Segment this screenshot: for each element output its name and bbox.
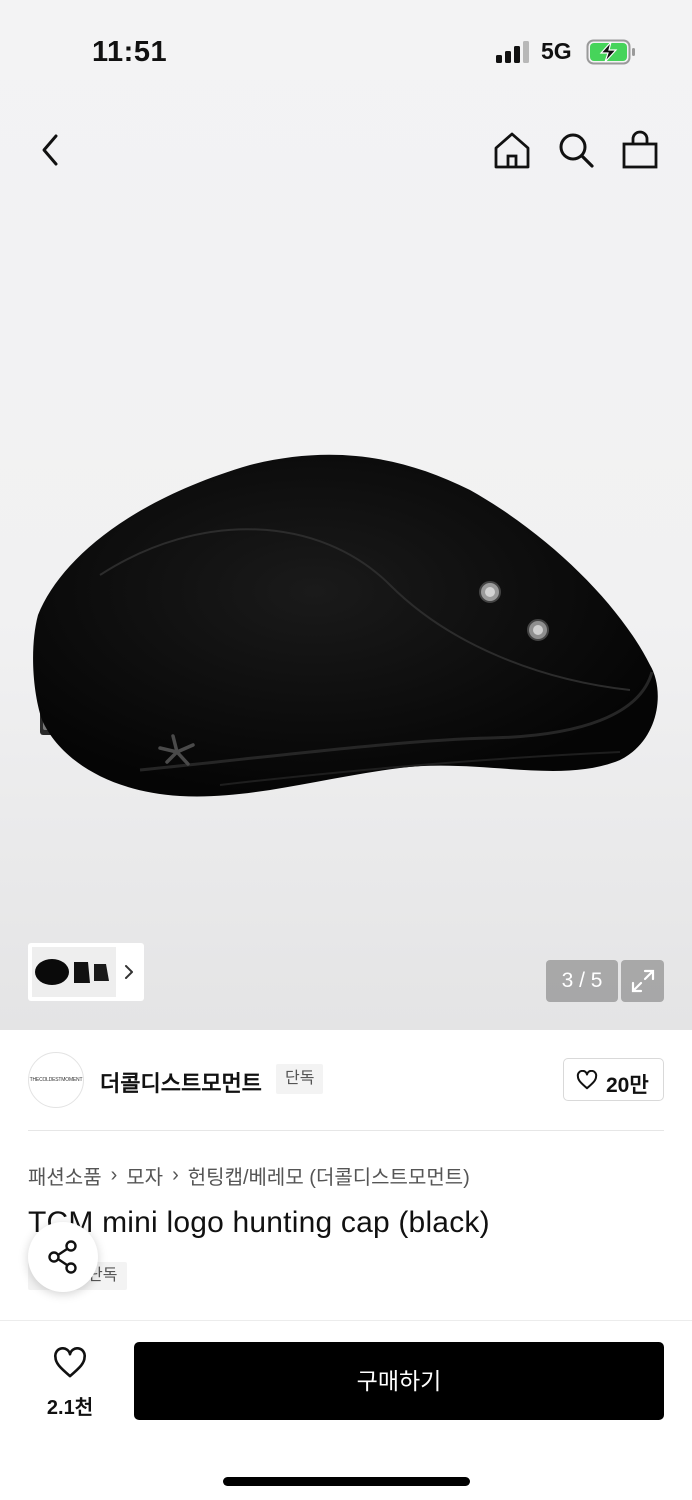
chevron-right-icon: ›: [172, 1163, 179, 1186]
nav-bar: [0, 120, 692, 180]
search-icon[interactable]: [556, 130, 596, 170]
network-label: 5G: [541, 38, 572, 64]
chevron-right-icon: ›: [110, 1163, 118, 1186]
thumbnail-strip[interactable]: [28, 943, 144, 1001]
divider: [28, 1130, 664, 1131]
home-indicator: [223, 1477, 470, 1486]
expand-button[interactable]: [621, 960, 664, 1002]
brand-like-count: 20만: [606, 1074, 649, 1097]
heart-icon: [54, 1347, 86, 1378]
breadcrumb-item-category[interactable]: 패션소품: [28, 1161, 102, 1190]
status-bar: 11:51 5G: [0, 0, 692, 104]
signal-icon: [496, 41, 529, 63]
chevron-right-icon: [125, 965, 133, 979]
heart-icon: [576, 1070, 598, 1090]
breadcrumb-item-current[interactable]: 헌팅캡/베레모 (더콜디스트모먼트): [188, 1161, 470, 1190]
expand-icon: [631, 969, 655, 993]
brand-logo[interactable]: THECOLDESTMOMENT: [28, 1052, 84, 1108]
bottom-bar: 2.1천 구매하기: [0, 1320, 692, 1500]
share-icon: [48, 1240, 77, 1274]
buy-button[interactable]: 구매하기: [134, 1342, 664, 1420]
breadcrumb-item-subcategory[interactable]: 모자: [126, 1161, 163, 1190]
brand-row[interactable]: THECOLDESTMOMENT 더콜디스트모먼트 단독 20만: [0, 1050, 692, 1114]
product-image: [33, 454, 658, 797]
product-gallery[interactable]: 11:51 5G 3 / 5: [0, 0, 692, 1030]
wishlist-button[interactable]: 2.1천: [30, 1343, 110, 1423]
shopping-bag-icon[interactable]: [620, 130, 660, 170]
image-counter: 3 / 5: [546, 960, 618, 1002]
share-button[interactable]: [28, 1222, 98, 1292]
thumbnail-images: [32, 947, 116, 997]
brand-logo-text: THECOLDESTMOMENT: [29, 1077, 83, 1083]
breadcrumb: 패션소품 › 모자 › 헌팅캡/베레모 (더콜디스트모먼트): [28, 1160, 470, 1190]
home-icon[interactable]: [492, 130, 532, 170]
status-time: 11:51: [92, 36, 168, 68]
exclusive-badge: 단독: [276, 1064, 324, 1094]
back-chevron-icon[interactable]: [30, 130, 70, 170]
brand-name[interactable]: 더콜디스트모먼트: [100, 1066, 262, 1098]
brand-like-button[interactable]: 20만: [563, 1058, 664, 1101]
wishlist-count: 2.1천: [46, 1397, 94, 1419]
product-title: TCM mini logo hunting cap (black): [28, 1206, 490, 1239]
battery-charging-icon: [586, 39, 635, 65]
